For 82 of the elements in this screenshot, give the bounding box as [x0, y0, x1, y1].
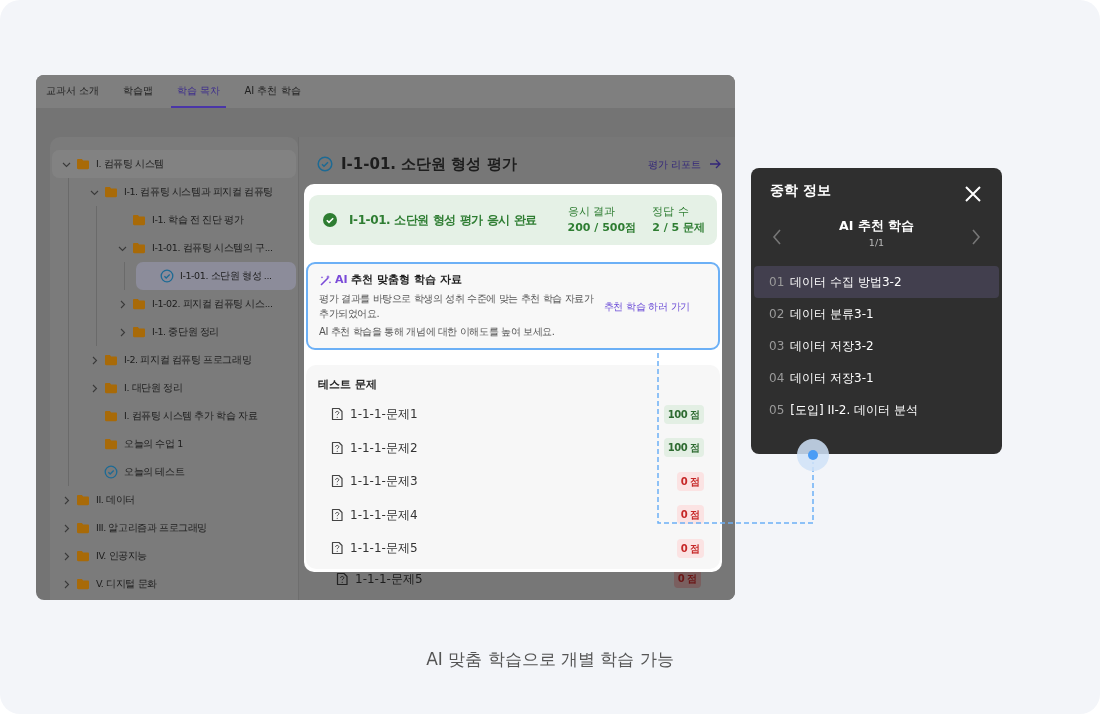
verified-icon — [317, 156, 333, 173]
question-title: 1-1-1-문제2 — [350, 439, 418, 457]
folder-icon — [104, 185, 118, 199]
check-badge-icon — [104, 465, 118, 479]
list-item[interactable]: 01 데이터 수집 방법3-2 — [754, 266, 999, 298]
chevron-left-icon — [770, 228, 784, 246]
tree-item[interactable]: V. 디지털 문화 — [52, 570, 296, 598]
correct-value: 2 / 5 문제 — [652, 219, 705, 236]
question-doc-icon — [330, 507, 344, 522]
question-title: 1-1-1-문제4 — [350, 506, 418, 524]
folder-icon — [132, 325, 146, 339]
tab[interactable]: 학습맵 — [117, 75, 160, 108]
folder-icon — [104, 409, 118, 423]
tree-item[interactable]: I-2. 피지컬 컴퓨팅 프로그래밍 — [80, 346, 296, 374]
tree-item[interactable]: I-1-01. 소단원 형성 ... — [136, 262, 296, 290]
report-link[interactable]: 평가 리포트 — [647, 156, 721, 172]
tree-item[interactable]: II. 데이터 — [52, 486, 296, 514]
tree-item[interactable]: I-1-01. 컴퓨팅 시스템의 구... — [108, 234, 296, 262]
list-item[interactable]: 04 데이터 저장3-1 — [754, 362, 999, 394]
score-label: 0 점 — [676, 471, 704, 491]
tree-item[interactable]: III. 알고리즘과 프로그래밍 — [52, 514, 296, 542]
note-text: AI 추천 학습을 통해 개념에 대한 이해도를 높여 보세요. — [319, 325, 556, 340]
chevron-right-icon — [969, 228, 983, 246]
list-item[interactable]: 03 데이터 저장3-2 — [754, 330, 999, 362]
page-indicator: 1/1 — [868, 235, 885, 250]
tree-item[interactable]: I-1. 중단원 정리 — [108, 318, 296, 346]
recommendation-link[interactable]: 추천 학습 하러 가기 — [603, 299, 690, 315]
folder-icon — [132, 297, 146, 311]
folder-icon — [104, 353, 118, 367]
tree-item[interactable]: IV. 인공지능 — [52, 542, 296, 570]
question-title: 1-1-1-문제5 — [350, 540, 418, 558]
score-value: 200 / 500점 — [567, 219, 637, 236]
question-doc-icon — [335, 571, 349, 586]
question-doc-icon — [330, 541, 344, 556]
score-label: 0 점 — [676, 505, 704, 525]
correct-caption: 정답 수 — [652, 203, 690, 219]
question-title: 1-1-1-문제3 — [350, 473, 418, 491]
tree-item[interactable]: I-1. 학습 전 진단 평가 — [108, 206, 296, 234]
question-doc-icon — [330, 474, 344, 489]
tree-item[interactable]: I. 대단원 정리 — [80, 374, 296, 402]
close-icon — [964, 185, 982, 203]
card-title: AI 추천 맞춤형 학습 자료 — [335, 271, 462, 288]
score-label: 100 점 — [663, 404, 704, 424]
panel-subtitle: AI 추천 학습 — [839, 217, 914, 235]
section-heading: 테스트 문제 — [318, 376, 378, 392]
anchor-dot — [797, 439, 829, 471]
tree-item[interactable]: I. 컴퓨팅 시스템 추가 학습 자료 — [80, 402, 296, 430]
list-item[interactable]: 05 [도입] II-2. 데이터 분석 — [754, 394, 999, 426]
tree-item[interactable]: I. 컴퓨팅 시스템 — [52, 150, 296, 178]
tree-item[interactable]: I-1-02. 피지컬 컴퓨팅 시스... — [108, 290, 296, 318]
tab[interactable]: 학습 목차 — [171, 75, 227, 108]
question-doc-icon — [330, 407, 344, 422]
folder-icon — [104, 381, 118, 395]
magic-wand-icon — [319, 274, 331, 286]
tree-item[interactable]: I-1. 컴퓨팅 시스템과 피지컬 컴퓨팅 — [80, 178, 296, 206]
tree-item[interactable]: 오늘의 수업 1 — [80, 430, 296, 458]
tab[interactable]: 교과서 소개 — [40, 75, 106, 108]
folder-icon — [76, 521, 90, 535]
folder-icon — [132, 241, 146, 255]
arrow-right-icon — [709, 158, 721, 171]
question-title: 1-1-1-문제1 — [350, 406, 418, 424]
list-item[interactable]: 02 데이터 분류3-1 — [754, 298, 999, 330]
folder-icon — [76, 549, 90, 563]
check-badge-icon — [160, 269, 174, 283]
score-caption: 응시 결과 — [567, 203, 616, 219]
score-label: 0 점 — [676, 538, 704, 558]
folder-icon — [132, 213, 146, 227]
tree-item[interactable]: 오늘의 테스트 — [80, 458, 296, 486]
question-doc-icon — [330, 440, 344, 455]
folder-icon — [104, 437, 118, 451]
folder-icon — [76, 577, 90, 591]
description-text: 평가 결과를 바탕으로 학생의 성취 수준에 맞는 추천 학습 자료가 추가되었어요. — [319, 292, 595, 321]
folder-icon — [76, 493, 90, 507]
caption-text: AI 맞춤 학습으로 개별 학습 가능 — [425, 648, 675, 671]
question-title: 1-1-1-문제5 — [355, 570, 423, 588]
tab[interactable]: AI 추천 학습 — [238, 75, 307, 108]
panel-title: 중학 정보 — [770, 181, 831, 200]
score-label: 100 점 — [663, 438, 704, 458]
page-title: I-1-01. 소단원 형성 평가 — [341, 154, 517, 175]
check-circle-icon — [323, 212, 337, 227]
result-title: I-1-01. 소단원 형성 평가 응시 완료 — [349, 211, 537, 229]
folder-icon — [76, 157, 90, 171]
